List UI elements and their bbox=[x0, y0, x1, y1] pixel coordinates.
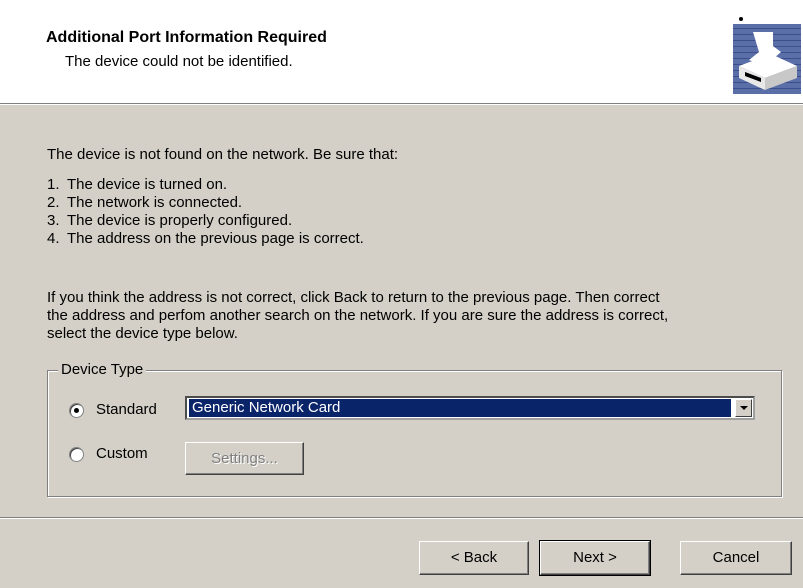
standard-radio[interactable] bbox=[69, 403, 84, 418]
list-number: 2. bbox=[47, 194, 60, 211]
list-number: 3. bbox=[47, 212, 60, 229]
radio-selected-dot bbox=[74, 408, 79, 413]
dropdown-selected-value: Generic Network Card bbox=[189, 399, 731, 417]
printer-network-icon bbox=[733, 17, 801, 94]
custom-radio-label[interactable]: Custom bbox=[96, 445, 148, 462]
standard-radio-label[interactable]: Standard bbox=[96, 401, 157, 418]
intro-text: The device is not found on the network. … bbox=[47, 146, 399, 163]
list-text: The device is properly configured. bbox=[67, 212, 293, 229]
wizard-subtitle: The device could not be identified. bbox=[65, 53, 293, 70]
list-text: The device is turned on. bbox=[67, 176, 228, 193]
instruction-line: select the device type below. bbox=[47, 325, 238, 342]
header-divider-highlight bbox=[0, 104, 803, 105]
list-item: 2. The network is connected. bbox=[47, 194, 242, 211]
chevron-down-icon[interactable] bbox=[735, 399, 752, 417]
next-button[interactable]: Next > bbox=[539, 540, 651, 576]
wizard-header: Additional Port Information Required The… bbox=[0, 0, 803, 103]
list-number: 1. bbox=[47, 176, 60, 193]
list-number: 4. bbox=[47, 230, 60, 247]
footer-divider-highlight bbox=[0, 518, 803, 519]
back-button[interactable]: < Back bbox=[419, 541, 529, 575]
list-item: 1. The device is turned on. bbox=[47, 176, 227, 193]
cancel-button[interactable]: Cancel bbox=[680, 541, 792, 575]
wizard-title: Additional Port Information Required bbox=[46, 29, 327, 46]
list-text: The network is connected. bbox=[67, 194, 243, 211]
list-text: The address on the previous page is corr… bbox=[67, 230, 364, 247]
custom-radio[interactable] bbox=[69, 447, 84, 462]
device-type-group bbox=[47, 370, 782, 497]
instruction-line: If you think the address is not correct,… bbox=[47, 289, 660, 306]
list-item: 3. The device is properly configured. bbox=[47, 212, 292, 229]
device-type-dropdown[interactable]: Generic Network Card bbox=[185, 396, 755, 420]
settings-button[interactable]: Settings... bbox=[185, 442, 304, 475]
list-item: 4. The address on the previous page is co… bbox=[47, 230, 364, 247]
device-type-legend: Device Type bbox=[58, 361, 147, 378]
instruction-line: the address and perfom another search on… bbox=[47, 307, 669, 324]
